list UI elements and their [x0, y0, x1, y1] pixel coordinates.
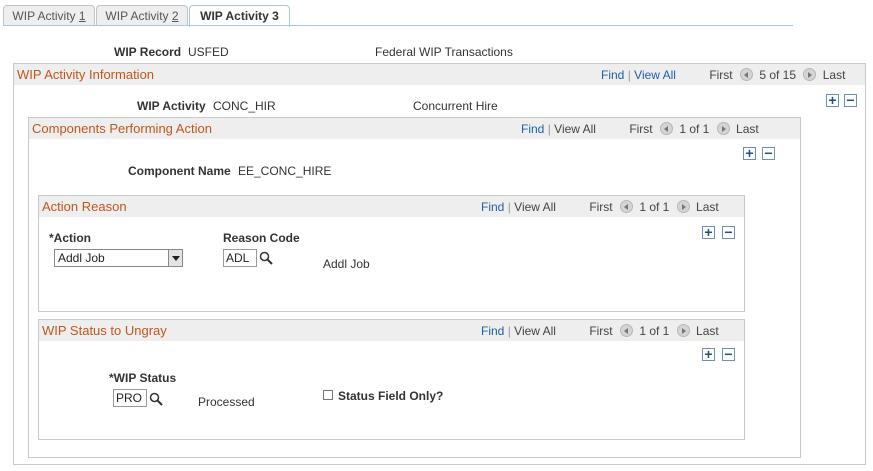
row-range: 5 of 15 [759, 68, 797, 82]
nav-separator: | [547, 122, 551, 136]
tab-wip-activity-3[interactable]: WIP Activity 3 [189, 5, 290, 27]
wip-record-description: Federal WIP Transactions [375, 45, 513, 59]
wip-activity-label: WIP Activity [137, 99, 206, 113]
scroll-nav: Find | View All First 1 of 1 Last [521, 122, 759, 136]
row-range: 1 of 1 [639, 324, 670, 338]
action-label: *Action [49, 231, 91, 245]
tab-label: WIP Activity 3 [200, 9, 279, 23]
status-field-only-checkbox[interactable] [323, 390, 333, 400]
view-all-link[interactable]: View All [634, 68, 676, 82]
tab-wip-activity-2[interactable]: WIP Activity 2 [96, 5, 188, 26]
action-selected-value: Addl Job [58, 251, 105, 265]
scroll-nav: Find | View All First 1 of 1 Last [481, 324, 719, 338]
section-header: Components Performing Action Find | View… [29, 118, 800, 139]
section-title: Components Performing Action [32, 121, 212, 136]
tab-label: WIP Activity [12, 9, 79, 23]
wip-status-to-ungray-section: WIP Status to Ungray Find | View All Fir… [38, 319, 745, 440]
find-link[interactable]: Find [601, 68, 624, 82]
first-label: First [629, 122, 653, 136]
section-header: WIP Activity Information Find | View All… [14, 64, 865, 85]
find-link[interactable]: Find [481, 200, 504, 214]
delete-row-icon[interactable]: − [844, 93, 857, 107]
previous-arrow-icon[interactable] [619, 200, 633, 213]
tab-underline [3, 25, 793, 26]
wip-activity-value: CONC_HIR [213, 99, 276, 113]
delete-row-icon[interactable]: − [762, 146, 775, 160]
last-label: Last [696, 324, 719, 338]
action-reason-section: Action Reason Find | View All First 1 of… [38, 195, 745, 312]
previous-arrow-icon[interactable] [659, 122, 673, 135]
wip-status-description: Processed [198, 395, 255, 409]
reason-code-description: Addl Job [323, 257, 370, 271]
next-arrow-icon[interactable] [676, 200, 690, 213]
lookup-icon[interactable] [149, 392, 163, 406]
nav-separator: | [627, 68, 631, 82]
find-link[interactable]: Find [521, 122, 544, 136]
add-row-icon[interactable]: + [702, 347, 715, 361]
next-arrow-icon[interactable] [676, 324, 690, 337]
next-arrow-icon[interactable] [803, 68, 817, 81]
previous-arrow-icon[interactable] [739, 68, 753, 81]
status-field-only-label: Status Field Only? [338, 389, 444, 403]
next-arrow-icon[interactable] [716, 122, 730, 135]
tab-label: WIP Activity [105, 9, 172, 23]
last-label: Last [736, 122, 759, 136]
add-row-icon[interactable]: + [743, 146, 756, 160]
wip-record-label: WIP Record [114, 45, 182, 59]
delete-row-icon[interactable]: − [722, 347, 735, 361]
lookup-icon[interactable] [259, 251, 273, 265]
section-title: WIP Activity Information [17, 67, 155, 82]
component-name-value: EE_CONC_HIRE [238, 164, 332, 178]
component-name-label: Component Name [128, 164, 231, 178]
nav-separator: | [507, 324, 511, 338]
wip-status-label: *WIP Status [109, 371, 177, 385]
first-label: First [589, 200, 613, 214]
nav-separator: | [507, 200, 511, 214]
wip-record-value: USFED [188, 45, 229, 59]
last-label: Last [696, 200, 719, 214]
add-row-icon[interactable]: + [826, 93, 839, 107]
wip-activity-information-section: WIP Activity Information Find | View All… [13, 63, 866, 465]
scroll-nav: Find | View All First 5 of 15 Last [601, 68, 845, 82]
row-range: 1 of 1 [639, 200, 670, 214]
row-range: 1 of 1 [679, 122, 710, 136]
view-all-link[interactable]: View All [554, 122, 596, 136]
section-title: Action Reason [42, 199, 127, 214]
reason-code-input[interactable]: ADL [223, 249, 257, 267]
find-link[interactable]: Find [481, 324, 504, 338]
wip-activity-description: Concurrent Hire [413, 99, 498, 113]
tab-hotkey: 2 [171, 9, 179, 23]
wip-status-input[interactable]: PRO [113, 389, 147, 407]
section-title: WIP Status to Ungray [42, 323, 167, 338]
previous-arrow-icon[interactable] [619, 324, 633, 337]
section-header: WIP Status to Ungray Find | View All Fir… [39, 320, 744, 341]
components-performing-action-section: Components Performing Action Find | View… [28, 117, 801, 458]
chevron-down-icon[interactable] [168, 250, 182, 266]
tab-wip-activity-1[interactable]: WIP Activity 1 [3, 5, 95, 26]
section-header: Action Reason Find | View All First 1 of… [39, 196, 744, 217]
tab-hotkey: 1 [78, 9, 86, 23]
scroll-nav: Find | View All First 1 of 1 Last [481, 200, 719, 214]
view-all-link[interactable]: View All [514, 324, 556, 338]
delete-row-icon[interactable]: − [722, 225, 735, 239]
first-label: First [589, 324, 613, 338]
first-label: First [709, 68, 733, 82]
add-row-icon[interactable]: + [702, 225, 715, 239]
action-select[interactable]: Addl Job [54, 249, 183, 267]
view-all-link[interactable]: View All [514, 200, 556, 214]
last-label: Last [822, 68, 846, 82]
reason-code-label: Reason Code [223, 231, 300, 245]
